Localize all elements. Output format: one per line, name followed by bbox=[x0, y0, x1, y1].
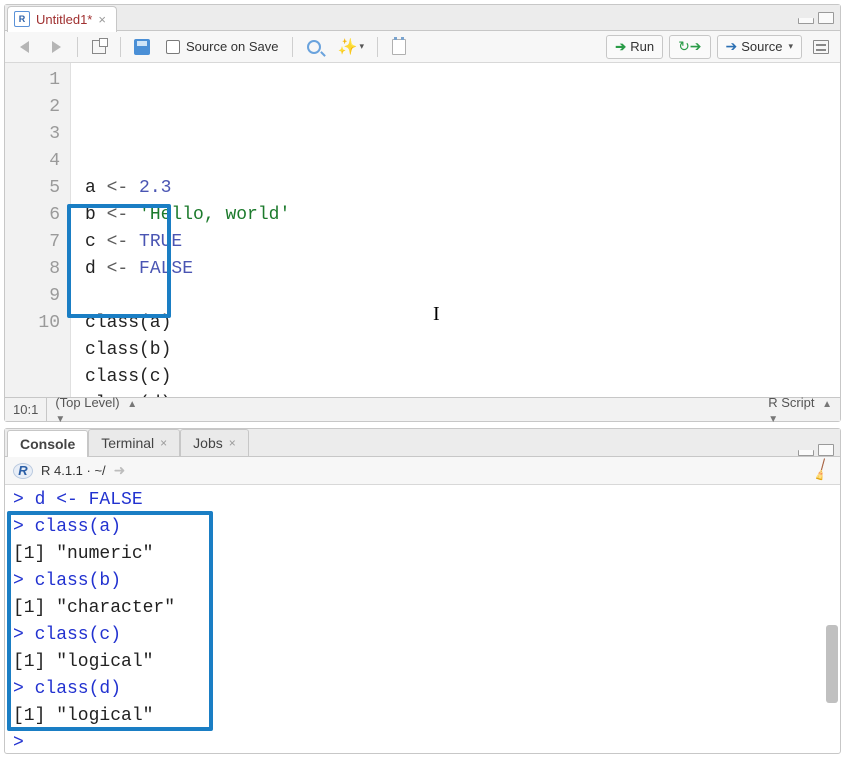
source-status-bar: 10:1 (Top Level) ▲▼ R Script ▲▼ bbox=[5, 397, 840, 421]
tab-jobs-label: Jobs bbox=[193, 435, 223, 451]
cursor-position: 10:1 bbox=[13, 402, 38, 417]
console-input-line: > class(a) bbox=[13, 514, 836, 541]
run-label: Run bbox=[630, 39, 654, 54]
close-icon[interactable]: × bbox=[229, 436, 236, 450]
chevron-down-icon: ▾ bbox=[359, 41, 364, 52]
console-output-line: [1] "numeric" bbox=[13, 541, 836, 568]
file-type-selector[interactable]: R Script ▲▼ bbox=[768, 395, 832, 425]
code-tools-button[interactable]: ✨▾ bbox=[333, 35, 369, 59]
close-icon[interactable]: × bbox=[98, 12, 106, 27]
code-line[interactable]: b <- 'Hello, world' bbox=[85, 202, 840, 229]
show-in-new-window-button[interactable] bbox=[86, 35, 112, 59]
text-cursor-icon: I bbox=[433, 301, 440, 328]
popout-icon bbox=[92, 40, 106, 54]
line-number: 2 bbox=[5, 94, 60, 121]
run-arrow-icon: ➔ bbox=[615, 39, 626, 55]
source-on-save-toggle[interactable]: Source on Save bbox=[161, 35, 284, 59]
close-icon[interactable]: × bbox=[160, 436, 167, 450]
minimize-pane-icon[interactable] bbox=[798, 18, 814, 24]
find-replace-button[interactable] bbox=[301, 35, 327, 59]
document-outline-button[interactable] bbox=[808, 35, 834, 59]
tab-terminal[interactable]: Terminal × bbox=[88, 429, 180, 456]
disk-icon bbox=[134, 39, 150, 55]
maximize-pane-icon[interactable] bbox=[818, 444, 834, 456]
code-line[interactable]: class(a) bbox=[85, 310, 840, 337]
file-name: Untitled1* bbox=[36, 12, 92, 27]
line-number: 3 bbox=[5, 121, 60, 148]
notebook-icon bbox=[392, 39, 406, 55]
source-pane: R Untitled1* × Source on Save ✨▾ ➔ Run bbox=[4, 4, 841, 422]
pane-window-controls bbox=[798, 12, 840, 24]
chevron-left-icon bbox=[20, 41, 29, 53]
line-number: 1 bbox=[5, 67, 60, 94]
compile-report-button[interactable] bbox=[386, 35, 412, 59]
tab-console[interactable]: Console bbox=[7, 430, 88, 457]
console-pane: Console Terminal × Jobs × R R 4.1.1 · ~/… bbox=[4, 428, 841, 754]
source-arrow-icon: ➔ bbox=[726, 38, 738, 55]
code-line[interactable] bbox=[85, 283, 840, 310]
checkbox-icon bbox=[166, 40, 180, 54]
code-area[interactable]: I a <- 2.3b <- 'Hello, world'c <- TRUEd … bbox=[71, 63, 840, 397]
save-button[interactable] bbox=[129, 35, 155, 59]
source-toolbar: Source on Save ✨▾ ➔ Run ↻➔ ➔ Source ▾ bbox=[5, 31, 840, 63]
editor-body[interactable]: 12345678910 I a <- 2.3b <- 'Hello, world… bbox=[5, 63, 840, 397]
console-output-line: [1] "logical" bbox=[13, 703, 836, 730]
minimize-pane-icon[interactable] bbox=[798, 450, 814, 456]
rerun-button[interactable]: ↻➔ bbox=[669, 35, 710, 59]
r-version-label: R 4.1.1 · ~/ bbox=[41, 463, 106, 478]
rerun-icon: ↻➔ bbox=[678, 38, 701, 55]
source-tab-row: R Untitled1* × bbox=[5, 5, 840, 31]
r-file-icon: R bbox=[14, 11, 30, 27]
console-info-bar: R R 4.1.1 · ~/ ➜ 🧹 bbox=[5, 457, 840, 485]
tab-console-label: Console bbox=[20, 436, 75, 452]
source-label: Source bbox=[741, 39, 782, 54]
wand-icon: ✨ bbox=[338, 37, 358, 57]
code-line[interactable]: c <- TRUE bbox=[85, 229, 840, 256]
line-number-gutter: 12345678910 bbox=[5, 63, 71, 397]
chevron-down-icon: ▾ bbox=[788, 41, 793, 52]
line-number: 5 bbox=[5, 175, 60, 202]
nav-forward-button[interactable] bbox=[43, 35, 69, 59]
maximize-pane-icon[interactable] bbox=[818, 12, 834, 24]
code-line[interactable]: class(b) bbox=[85, 337, 840, 364]
clear-console-icon[interactable]: 🧹 bbox=[808, 457, 835, 484]
tab-jobs[interactable]: Jobs × bbox=[180, 429, 249, 456]
console-tab-row: Console Terminal × Jobs × bbox=[5, 429, 840, 457]
line-number: 8 bbox=[5, 256, 60, 283]
pane-window-controls bbox=[798, 444, 840, 456]
source-on-save-label: Source on Save bbox=[186, 39, 279, 54]
nav-back-button[interactable] bbox=[11, 35, 37, 59]
file-tab[interactable]: R Untitled1* × bbox=[7, 6, 117, 32]
console-input-line: > bbox=[13, 730, 836, 753]
code-line[interactable]: class(d) bbox=[85, 391, 840, 397]
search-icon bbox=[307, 40, 321, 54]
line-number: 9 bbox=[5, 283, 60, 310]
line-number: 10 bbox=[5, 310, 60, 337]
line-number: 6 bbox=[5, 202, 60, 229]
wd-forward-icon[interactable]: ➜ bbox=[114, 462, 126, 479]
console-output-line: [1] "character" bbox=[13, 595, 836, 622]
console-input-line: > d <- FALSE bbox=[13, 487, 836, 514]
console-input-line: > class(d) bbox=[13, 676, 836, 703]
code-line[interactable]: a <- 2.3 bbox=[85, 175, 840, 202]
console-input-line: > class(c) bbox=[13, 622, 836, 649]
chevron-right-icon bbox=[52, 41, 61, 53]
run-button[interactable]: ➔ Run bbox=[606, 35, 663, 59]
scrollbar-thumb[interactable] bbox=[826, 625, 838, 703]
console-input-line: > class(b) bbox=[13, 568, 836, 595]
scope-selector[interactable]: (Top Level) ▲▼ bbox=[55, 395, 137, 425]
console-output-line: [1] "logical" bbox=[13, 649, 836, 676]
code-line[interactable]: class(c) bbox=[85, 364, 840, 391]
code-line[interactable]: d <- FALSE bbox=[85, 256, 840, 283]
r-logo-icon: R bbox=[13, 463, 33, 479]
tab-terminal-label: Terminal bbox=[101, 435, 154, 451]
line-number: 7 bbox=[5, 229, 60, 256]
console-output[interactable]: > d <- FALSE> class(a)[1] "numeric"> cla… bbox=[5, 485, 840, 753]
outline-icon bbox=[813, 40, 829, 54]
source-button[interactable]: ➔ Source ▾ bbox=[717, 35, 802, 59]
line-number: 4 bbox=[5, 148, 60, 175]
